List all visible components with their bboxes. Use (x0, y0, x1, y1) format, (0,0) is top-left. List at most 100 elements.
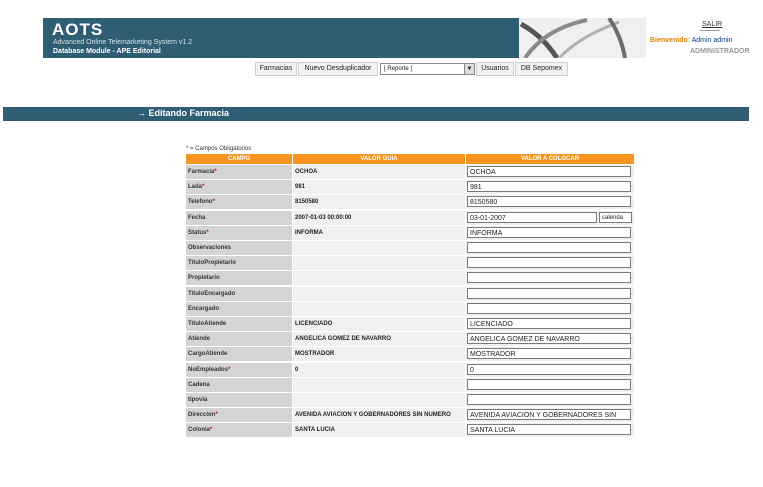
field-label-text: Propietario (188, 275, 220, 282)
required-note-text: = Campos Obligatorios (190, 146, 252, 152)
guide-value: 2007-01-03 00:00:00 (293, 210, 465, 225)
col-header-valor: VALOR A COLOCAR (466, 154, 634, 164)
guide-value (293, 377, 465, 392)
value-cell: 8150580 (466, 195, 634, 210)
value-input[interactable] (467, 302, 631, 314)
guide-value: MOSTRADOR (293, 347, 465, 362)
field-label: Encargado (186, 301, 292, 316)
value-cell: MOSTRADOR (466, 347, 634, 362)
field-label: Direccion* (186, 408, 292, 423)
field-label-text: TituloEncargado (188, 290, 236, 297)
required-star: * (212, 199, 215, 206)
field-label: Cadena (186, 377, 292, 392)
nav-sepomex-button[interactable]: DB Sepomex (515, 62, 568, 76)
section-title-text: Editando Farmacia (148, 108, 230, 118)
field-label: NoEmpleados* (186, 362, 292, 377)
field-label-text: Atiende (188, 336, 211, 343)
field-label-text: tipovia (188, 397, 208, 403)
user-role: ADMINISTRADOR (690, 48, 750, 55)
value-input[interactable] (467, 378, 631, 390)
value-cell (466, 301, 634, 316)
value-input[interactable] (467, 394, 631, 405)
field-label: TituloPropietario (186, 256, 292, 271)
value-input[interactable] (467, 257, 631, 269)
value-input[interactable]: 03-01-2007 (467, 211, 597, 223)
guide-value (293, 301, 465, 316)
value-cell (466, 271, 634, 286)
value-input[interactable] (467, 242, 631, 253)
field-label-text: Direccion (188, 412, 216, 419)
value-input[interactable]: AVENIDA AVIACION Y GOBERNADORES SIN (467, 409, 631, 421)
guide-value (293, 286, 465, 301)
value-input[interactable]: 8150580 (467, 196, 631, 208)
field-label: Farmacia* (186, 165, 292, 179)
required-star: * (214, 169, 217, 175)
guide-value (293, 256, 465, 271)
value-input[interactable]: 981 (467, 181, 631, 193)
value-input[interactable]: SANTA LUCIA (467, 424, 631, 436)
value-cell: 0 (466, 362, 634, 377)
guide-value (293, 241, 465, 255)
field-label: CargoAtiende (186, 347, 292, 362)
value-input[interactable]: LICENCIADO (467, 318, 631, 329)
value-cell: LICENCIADO (466, 317, 634, 331)
nav-desduplicador-button[interactable]: Nuevo Desduplicador (298, 62, 378, 76)
value-input[interactable]: INFORMA (467, 226, 631, 238)
guide-value: AVENIDA AVIACION Y GOBERNADORES SIN NUME… (293, 408, 465, 423)
guide-value: LICENCIADO (293, 317, 465, 331)
field-label: tipovia (186, 393, 292, 407)
field-label: Lada* (186, 180, 292, 195)
required-star: * (228, 366, 231, 373)
field-label-text: Telefono (188, 199, 213, 206)
value-input[interactable] (467, 272, 631, 284)
required-star: * (202, 184, 205, 191)
section-title: → Editando Farmacia (137, 108, 229, 118)
value-cell (466, 377, 634, 392)
field-label-text: Status (188, 229, 207, 236)
field-label: TituloAtiende (186, 317, 292, 331)
value-cell: AVENIDA AVIACION Y GOBERNADORES SIN (466, 408, 634, 423)
value-cell: SANTA LUCIA (466, 423, 634, 438)
value-cell (466, 393, 634, 407)
app-title: AOTS (52, 20, 104, 39)
value-input[interactable]: 0 (467, 363, 631, 375)
field-label-text: TituloAtiende (188, 321, 227, 327)
value-input[interactable]: OCHOA (467, 166, 631, 177)
reporte-select[interactable]: [ Reporte ] ▼ (380, 63, 475, 75)
field-label: Observaciones (186, 241, 292, 255)
value-input[interactable] (467, 287, 631, 299)
reporte-select-value: [ Reporte ] (384, 66, 413, 72)
field-label-text: Fecha (188, 214, 206, 221)
chevron-down-icon[interactable]: ▼ (464, 64, 474, 74)
welcome-label: Bienvenido: (650, 37, 691, 44)
field-label: Atiende (186, 332, 292, 347)
field-label-text: Observaciones (188, 245, 232, 251)
value-cell (466, 286, 634, 301)
required-star: * (215, 412, 218, 419)
field-label: Telefono* (186, 195, 292, 210)
required-star: * (210, 427, 213, 434)
field-label-text: CargoAtiende (188, 351, 228, 358)
swoosh-logo-icon (519, 18, 627, 58)
module-name: Database Module - APE Editorial (53, 48, 161, 55)
value-cell: OCHOA (466, 165, 634, 179)
value-input[interactable]: ANGELICA GOMEZ DE NAVARRO (467, 333, 631, 345)
field-label: TituloEncargado (186, 286, 292, 301)
main-nav: Farmacias Nuevo Desduplicador [ Reporte … (0, 62, 763, 76)
value-input[interactable]: MOSTRADOR (467, 348, 631, 360)
nav-farmacias-button[interactable]: Farmacias (255, 62, 297, 76)
guide-value: 8150580 (293, 195, 465, 210)
field-label-text: Encargado (188, 305, 220, 312)
logout-link[interactable]: SALIR (702, 21, 722, 28)
calendar-button[interactable]: calenda (599, 211, 632, 223)
welcome-text: Bienvenido: Admin admin (650, 37, 732, 44)
nav-usuarios-button[interactable]: Usuarios (476, 62, 514, 76)
value-cell: 03-01-2007 calenda (466, 210, 634, 225)
guide-value (293, 393, 465, 407)
guide-value (293, 271, 465, 286)
guide-value: INFORMA (293, 225, 465, 240)
guide-value: 0 (293, 362, 465, 377)
header-logo (519, 18, 646, 58)
value-cell: 981 (466, 180, 634, 195)
required-note: * = Campos Obligatorios (186, 146, 251, 152)
